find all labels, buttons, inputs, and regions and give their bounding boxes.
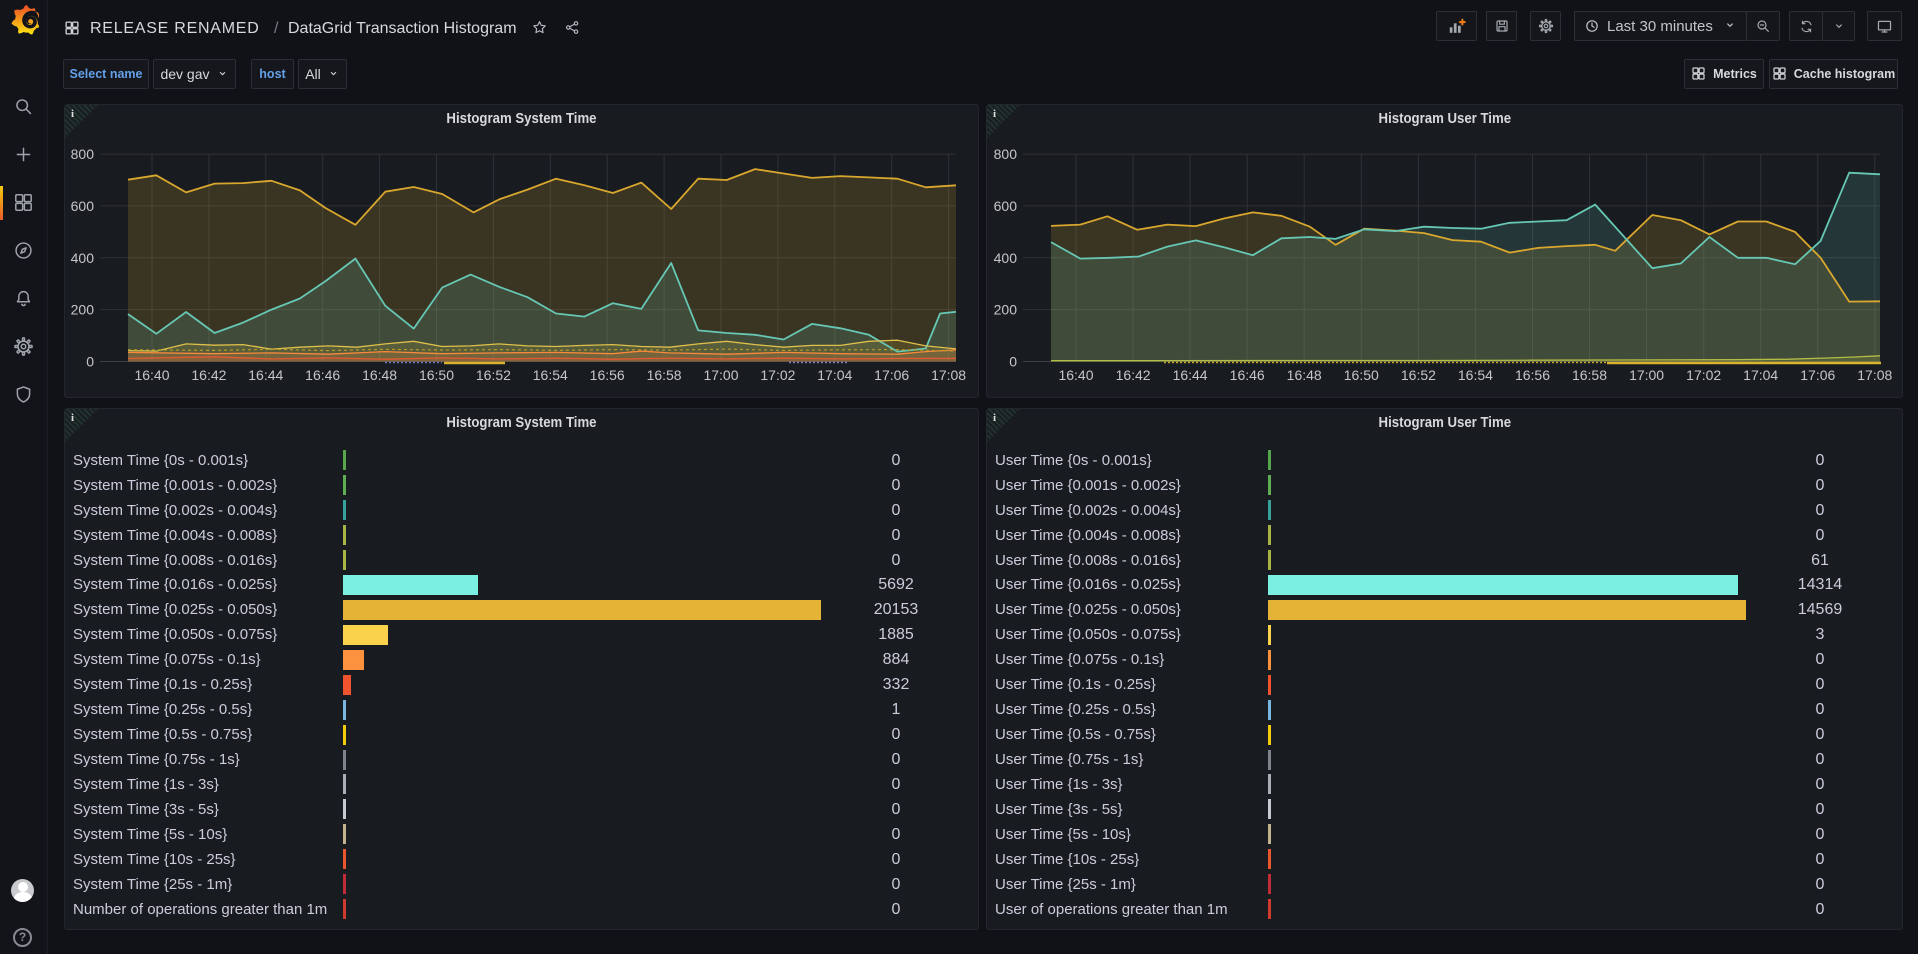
svg-text:16:58: 16:58 [647, 367, 682, 383]
svg-text:16:56: 16:56 [1515, 367, 1550, 383]
svg-text:0: 0 [86, 354, 94, 370]
svg-text:800: 800 [71, 146, 95, 162]
svg-text:16:52: 16:52 [1401, 367, 1436, 383]
svg-text:0: 0 [1009, 354, 1017, 370]
svg-text:16:48: 16:48 [362, 367, 397, 383]
svg-text:16:40: 16:40 [1058, 367, 1093, 383]
svg-text:16:50: 16:50 [1344, 367, 1379, 383]
svg-text:16:42: 16:42 [1116, 367, 1151, 383]
svg-text:200: 200 [71, 302, 95, 318]
svg-text:17:00: 17:00 [1629, 367, 1664, 383]
svg-text:17:08: 17:08 [931, 367, 966, 383]
svg-text:17:00: 17:00 [703, 367, 738, 383]
svg-text:16:54: 16:54 [533, 367, 568, 383]
svg-text:17:02: 17:02 [1686, 367, 1721, 383]
svg-text:600: 600 [71, 198, 95, 214]
svg-text:200: 200 [994, 302, 1018, 318]
svg-text:16:58: 16:58 [1572, 367, 1607, 383]
svg-text:400: 400 [994, 250, 1018, 266]
svg-text:400: 400 [71, 250, 95, 266]
svg-text:17:04: 17:04 [817, 367, 852, 383]
svg-text:16:44: 16:44 [248, 367, 283, 383]
svg-text:17:08: 17:08 [1857, 367, 1892, 383]
svg-text:16:52: 16:52 [476, 367, 511, 383]
svg-text:17:04: 17:04 [1743, 367, 1778, 383]
svg-text:16:46: 16:46 [305, 367, 340, 383]
svg-text:16:40: 16:40 [134, 367, 169, 383]
svg-text:16:48: 16:48 [1287, 367, 1322, 383]
svg-text:16:50: 16:50 [419, 367, 454, 383]
svg-text:16:54: 16:54 [1458, 367, 1493, 383]
svg-text:16:44: 16:44 [1173, 367, 1208, 383]
svg-text:16:42: 16:42 [191, 367, 226, 383]
svg-text:16:46: 16:46 [1230, 367, 1265, 383]
svg-text:17:06: 17:06 [1800, 367, 1835, 383]
svg-text:600: 600 [994, 198, 1018, 214]
svg-text:800: 800 [994, 146, 1018, 162]
svg-text:17:06: 17:06 [874, 367, 909, 383]
svg-text:16:56: 16:56 [590, 367, 625, 383]
svg-text:17:02: 17:02 [760, 367, 795, 383]
